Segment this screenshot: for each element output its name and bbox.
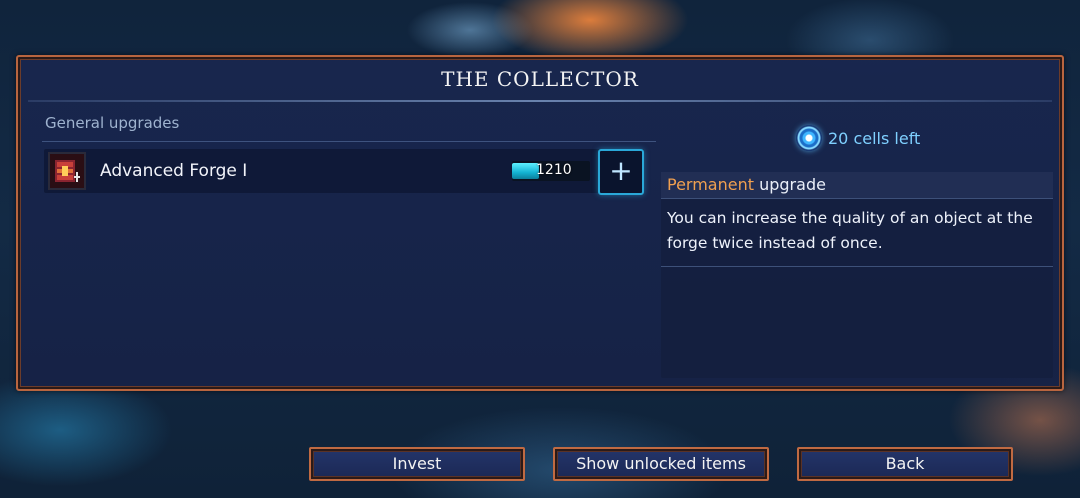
invest-button[interactable]: Invest <box>309 447 525 481</box>
description-panel: Permanent upgrade You can increase the q… <box>661 172 1053 378</box>
panel-title: THE COLLECTOR <box>441 67 639 91</box>
title-divider <box>28 100 1052 102</box>
section-divider <box>42 141 656 142</box>
cost-bar: 1210 <box>512 161 590 181</box>
cells-left-text: 20 cells left <box>828 128 921 148</box>
invest-plus-button[interactable]: + <box>598 149 644 195</box>
collector-panel: THE COLLECTOR General upgrades Advanced … <box>16 55 1064 391</box>
description-bottom-divider <box>661 266 1053 267</box>
description-header: Permanent upgrade <box>661 172 1053 198</box>
permanent-label: Permanent <box>667 175 755 194</box>
cell-icon <box>796 125 822 151</box>
upgrade-name: Advanced Forge I <box>100 161 248 181</box>
show-unlocked-items-button[interactable]: Show unlocked items <box>553 447 769 481</box>
back-button[interactable]: Back <box>797 447 1013 481</box>
upgrade-row-advanced-forge[interactable]: Advanced Forge I 1210 <box>44 149 644 193</box>
cost-value: 1210 <box>536 162 572 178</box>
description-text: You can increase the quality of an objec… <box>667 209 1033 252</box>
section-label: General upgrades <box>45 114 180 132</box>
upgrade-type-label: upgrade <box>754 175 826 194</box>
advanced-forge-icon <box>48 152 86 190</box>
cells-counter: 20 cells left <box>796 123 920 153</box>
description-header-divider <box>661 198 1053 199</box>
